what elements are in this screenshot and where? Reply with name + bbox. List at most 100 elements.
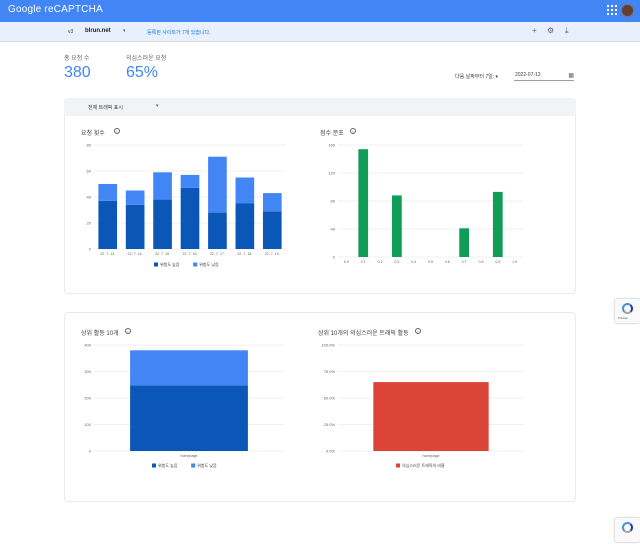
y-tick-label: 20	[87, 221, 92, 226]
legend-swatch	[154, 262, 158, 267]
legend-label: 위험도 높음	[158, 462, 178, 468]
download-icon[interactable]: ⤓	[565, 27, 569, 35]
y-tick-label: 200	[84, 396, 91, 401]
y-tick-label: 100.0%	[321, 343, 335, 348]
legend-label: 위험도 높음	[160, 261, 180, 267]
suspicious-chart-title: 상위 10개의 의심스러운 트래픽 활동	[318, 331, 409, 337]
info-icon[interactable]: i	[125, 328, 131, 334]
y-tick-label: 75.0%	[324, 369, 336, 374]
date-range-label: 다음 날짜부터 7일:	[455, 74, 495, 80]
date-input[interactable]: 2022-07-13 ▦	[514, 72, 574, 81]
y-tick-label: 0	[89, 449, 92, 454]
traffic-filter[interactable]: 전체 트래픽 표시 ▾	[64, 98, 576, 116]
suspicious-requests-value: 65%	[126, 64, 159, 81]
bar	[125, 204, 145, 249]
bar	[262, 193, 282, 212]
bar	[262, 211, 282, 249]
total-requests-label: 총 요청 수	[64, 56, 90, 62]
version-label: v3	[68, 29, 74, 35]
app-header: Google reCAPTCHA	[0, 0, 640, 22]
x-tick-label: 1.0	[512, 260, 517, 264]
x-tick-label: homepage	[423, 454, 440, 458]
recaptcha-badge[interactable]	[615, 518, 640, 542]
avatar[interactable]	[621, 4, 634, 17]
y-tick-label: 100	[84, 422, 91, 427]
x-tick-label: 22. 7. 14.	[128, 252, 143, 256]
date-range-select[interactable]: 다음 날짜부터 7일: ▾	[455, 73, 498, 80]
x-tick-label: 0.1	[361, 260, 366, 264]
top-actions-chart: 0 100 200 300 400 homepage위험도 높음 위험도 낮음	[84, 343, 284, 468]
sites-notice-link[interactable]: 등록된 사이트가 7개 있습니다.	[147, 29, 211, 36]
bar	[208, 212, 227, 249]
info-icon[interactable]: i	[350, 128, 356, 134]
legend-label: 의심스러운 트래픽의 비율	[402, 462, 445, 468]
bar	[153, 199, 172, 249]
legend-swatch	[152, 463, 156, 468]
legend-swatch	[193, 262, 198, 267]
y-tick-label: 50.0%	[324, 396, 336, 401]
bar	[208, 156, 227, 213]
distribution-chart-title: 점수 분포	[320, 131, 344, 137]
y-tick-label: 120	[328, 171, 335, 176]
distribution-chart: 0 40 80 120 160 0.0 0.1 0.2 0.3 0.4 0.5 0.6 0.7 0.8 0.…	[328, 143, 523, 264]
bar	[235, 177, 255, 204]
site-selector[interactable]: blrun.net	[85, 28, 111, 34]
y-tick-label: 400	[84, 343, 91, 348]
recaptcha-logo-icon	[622, 303, 633, 314]
requests-chart-title: 요청 횟수	[81, 131, 105, 137]
legend-label: 위험도 낮음	[197, 462, 217, 468]
x-tick-label: 22. 7. 16.	[183, 252, 198, 256]
apps-icon[interactable]	[607, 5, 617, 15]
x-tick-label: homepage	[181, 454, 198, 458]
bar	[98, 184, 118, 201]
y-tick-label: 0.0%	[326, 449, 336, 454]
app-title: Google reCAPTCHA	[8, 4, 103, 15]
add-icon[interactable]: +	[532, 27, 537, 35]
total-requests-value: 380	[64, 64, 91, 81]
legend-label: 위험도 낮음	[199, 261, 219, 267]
x-tick-label: 0.2	[378, 260, 383, 264]
bar	[235, 203, 255, 249]
y-tick-label: 40	[87, 195, 92, 200]
y-tick-label: 0	[89, 247, 92, 252]
bar	[391, 195, 402, 257]
suspicious-requests-label: 의심스러운 요청	[126, 56, 167, 62]
x-tick-label: 22. 7. 17.	[210, 252, 225, 256]
y-tick-label: 160	[328, 143, 335, 148]
caret-down-icon[interactable]: ▾	[123, 28, 126, 34]
y-tick-label: 40	[331, 227, 336, 232]
bar	[130, 350, 248, 386]
bar	[358, 149, 369, 257]
y-tick-label: 60	[87, 169, 92, 174]
x-tick-label: 0.5	[428, 260, 433, 264]
info-icon[interactable]: i	[415, 328, 421, 334]
bar	[459, 228, 470, 257]
requests-chart: 0 20 40 60 80 22. 7. 13. 22. 7. 14. 22. 7. 15. 2…	[87, 143, 286, 267]
x-tick-label: 0.3	[394, 260, 399, 264]
caret-down-icon[interactable]: ▾	[156, 103, 159, 109]
x-tick-label: 22. 7. 18.	[237, 252, 252, 256]
bar	[125, 190, 145, 205]
x-tick-label: 0.6	[445, 260, 450, 264]
traffic-filter-value: 전체 트래픽 표시	[88, 105, 123, 111]
gear-icon[interactable]: ⚙	[547, 27, 554, 35]
bar	[373, 382, 489, 451]
y-tick-label: 0	[333, 255, 336, 260]
legend-swatch	[396, 463, 400, 468]
x-tick-label: 0.8	[478, 260, 483, 264]
bar	[153, 172, 172, 200]
x-tick-label: 0.0	[344, 260, 349, 264]
x-tick-label: 0.4	[411, 260, 416, 264]
legend-swatch	[191, 463, 196, 468]
x-tick-label: 22. 7. 19.	[265, 252, 280, 256]
y-tick-label: 80	[87, 143, 92, 148]
date-value: 2022-07-13	[515, 72, 541, 78]
site-bar: v3 blrun.net ▾ 등록된 사이트가 7개 있습니다. + ⚙ ⤓	[0, 22, 640, 42]
y-tick-label: 25.0%	[324, 422, 336, 427]
bar	[130, 385, 248, 451]
recaptcha-badge[interactable]: Privacy	[615, 299, 640, 323]
calendar-icon[interactable]: ▦	[568, 72, 574, 79]
x-tick-label: 22. 7. 15.	[155, 252, 170, 256]
y-tick-label: 300	[84, 369, 91, 374]
info-icon[interactable]: i	[114, 128, 120, 134]
